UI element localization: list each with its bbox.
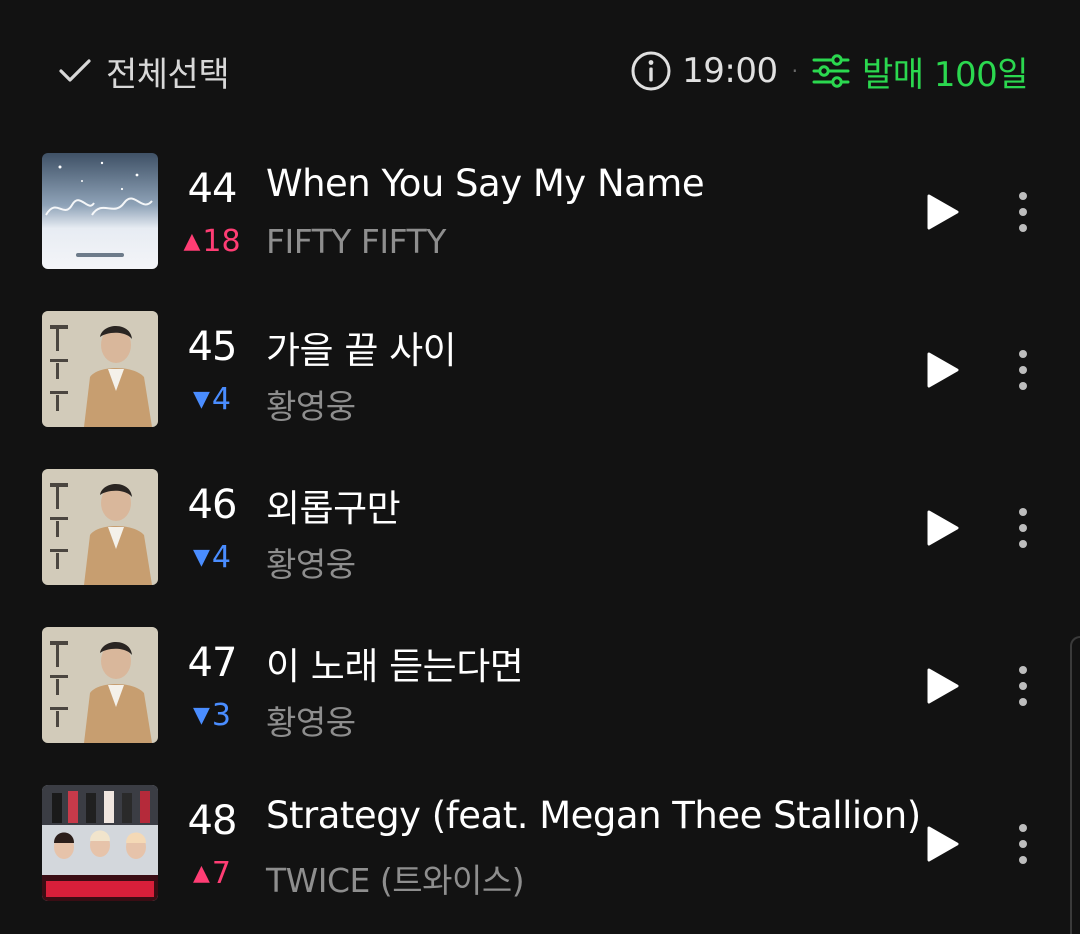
rank-change: ▼ 4 bbox=[174, 382, 250, 417]
play-icon[interactable] bbox=[922, 192, 962, 232]
song-title: When You Say My Name bbox=[266, 162, 705, 205]
filter-label: 발매 100일 bbox=[861, 54, 1029, 95]
rank-change-value: 4 bbox=[211, 540, 231, 575]
separator-dot: · bbox=[791, 59, 798, 83]
rank-number: 48 bbox=[187, 798, 238, 844]
play-icon[interactable] bbox=[922, 508, 962, 548]
checkmark-icon bbox=[59, 59, 91, 82]
rank-change: ▲ 7 bbox=[174, 856, 250, 891]
album-cover[interactable] bbox=[42, 785, 158, 901]
play-icon[interactable] bbox=[922, 666, 962, 706]
rank-change: ▼ 4 bbox=[174, 540, 250, 575]
rank-change-value: 18 bbox=[202, 224, 241, 259]
artist-name[interactable]: 황영웅 bbox=[266, 380, 356, 428]
artist-name[interactable]: FIFTY FIFTY bbox=[266, 222, 446, 261]
rank-change-value: 4 bbox=[211, 382, 231, 417]
play-icon[interactable] bbox=[922, 350, 962, 390]
scrollbar-edge bbox=[1070, 636, 1080, 934]
rank-number: 45 bbox=[187, 324, 238, 370]
more-options-icon[interactable] bbox=[1010, 506, 1036, 550]
play-icon[interactable] bbox=[922, 824, 962, 864]
more-options-icon[interactable] bbox=[1010, 348, 1036, 392]
rank-number: 44 bbox=[187, 166, 238, 212]
artist-name[interactable]: TWICE (트와이스) bbox=[266, 854, 525, 902]
song-row[interactable]: 47 ▼ 3 이 노래 듣는다면 황영웅 bbox=[0, 614, 1080, 772]
filter-button[interactable]: 발매 100일 bbox=[812, 47, 1029, 96]
song-row[interactable]: 45 ▼ 4 가을 끝 사이 황영웅 bbox=[0, 298, 1080, 456]
song-row[interactable]: 44 ▲ 18 When You Say My Name FIFTY FIFTY bbox=[0, 140, 1080, 298]
album-cover[interactable] bbox=[42, 311, 158, 427]
rank-up-icon: ▲ bbox=[183, 229, 201, 254]
artist-name[interactable]: 황영웅 bbox=[266, 538, 356, 586]
more-options-icon[interactable] bbox=[1010, 190, 1036, 234]
song-title: 외롭구만 bbox=[266, 487, 401, 530]
song-title: Strategy (feat. Megan Thee Stallion) bbox=[266, 794, 921, 837]
song-title: 가을 끝 사이 bbox=[266, 329, 457, 372]
rank-change-value: 3 bbox=[211, 698, 231, 733]
song-row[interactable]: 48 ▲ 7 Strategy (feat. Megan Thee Stalli… bbox=[0, 772, 1080, 930]
rank-down-icon: ▼ bbox=[192, 703, 210, 728]
more-options-icon[interactable] bbox=[1010, 822, 1036, 866]
album-cover[interactable] bbox=[42, 627, 158, 743]
artist-name[interactable]: 황영웅 bbox=[266, 696, 356, 744]
select-all-label: 전체선택 bbox=[106, 54, 230, 95]
rank-number: 46 bbox=[187, 482, 238, 528]
song-title: 이 노래 듣는다면 bbox=[266, 645, 524, 688]
chart-header: 전체선택 19:00 · 발매 100일 bbox=[0, 0, 1080, 140]
rank-change-value: 7 bbox=[211, 856, 231, 891]
album-cover[interactable] bbox=[42, 153, 158, 269]
more-options-icon[interactable] bbox=[1010, 664, 1036, 708]
info-icon[interactable] bbox=[630, 50, 672, 92]
chart-time: 19:00 bbox=[682, 51, 778, 91]
song-row[interactable]: 46 ▼ 4 외롭구만 황영웅 bbox=[0, 456, 1080, 614]
rank-number: 47 bbox=[187, 640, 238, 686]
rank-change: ▼ 3 bbox=[174, 698, 250, 733]
rank-up-icon: ▲ bbox=[192, 861, 210, 886]
select-all-button[interactable]: 전체선택 bbox=[58, 46, 230, 96]
rank-change: ▲ 18 bbox=[174, 224, 250, 259]
rank-down-icon: ▼ bbox=[192, 387, 210, 412]
album-cover[interactable] bbox=[42, 469, 158, 585]
filter-sliders-icon bbox=[812, 54, 850, 88]
rank-down-icon: ▼ bbox=[192, 545, 210, 570]
chart-time-filter-bar: 19:00 · 발매 100일 bbox=[630, 46, 1029, 96]
